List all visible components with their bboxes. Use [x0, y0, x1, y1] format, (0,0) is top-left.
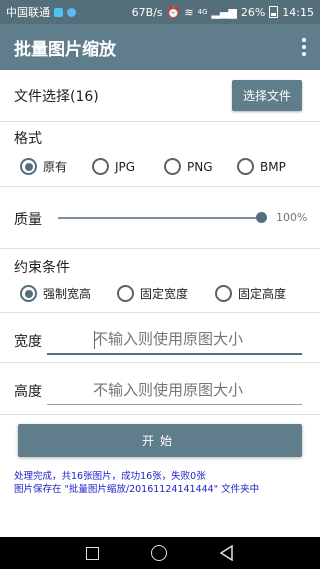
constraint-option-fixed-width[interactable]: 固定宽度	[117, 285, 215, 302]
back-icon[interactable]	[219, 545, 234, 561]
radio-checked-icon	[20, 285, 37, 302]
constraint-option-label: 强制宽高	[43, 287, 92, 301]
constraint-radio-group: 强制宽高 固定宽度 固定高度	[20, 285, 286, 302]
network-speed-text: 67B/s	[131, 5, 163, 19]
wifi-icon: ≋	[184, 5, 194, 19]
format-option-bmp[interactable]: BMP	[237, 158, 286, 175]
format-label: 格式	[14, 131, 42, 147]
radio-unchecked-icon	[215, 285, 232, 302]
chat-notification-icon	[67, 7, 76, 17]
signal-icon: ▂▄▆	[211, 5, 237, 19]
status-bar: 中国联通 67B/s ⏰ ≋ 4G ▂▄▆ 26% 14:15	[0, 0, 320, 24]
app-title: 批量图片缩放	[14, 39, 116, 60]
file-select-row: 文件选择(16) 选择文件	[0, 70, 320, 122]
result-line-summary: 处理完成，共16张图片，成功16张，失败0张	[14, 471, 206, 482]
home-icon[interactable]	[151, 545, 168, 561]
constraint-option-fixed-height[interactable]: 固定高度	[215, 285, 286, 302]
network-type-text: 4G	[197, 8, 208, 16]
radio-unchecked-icon	[92, 158, 109, 175]
text-cursor	[94, 331, 95, 349]
format-option-label: JPG	[115, 159, 136, 174]
width-input[interactable]	[47, 325, 302, 355]
format-option-jpg[interactable]: JPG	[92, 158, 164, 175]
constraint-option-label: 固定宽度	[140, 287, 189, 301]
constraint-label: 约束条件	[14, 260, 70, 276]
start-button[interactable]: 开始	[18, 424, 302, 457]
alarm-icon: ⏰	[166, 5, 181, 19]
file-select-label: 文件选择(16)	[14, 88, 99, 105]
height-label: 高度	[14, 384, 42, 400]
quality-slider-track[interactable]	[58, 217, 261, 219]
constraint-option-label: 固定高度	[238, 287, 287, 301]
choose-file-button[interactable]: 选择文件	[232, 80, 302, 111]
result-message: 处理完成，共16张图片，成功16张，失败0张 图片保存在 "批量图片缩放/201…	[14, 470, 314, 496]
radio-unchecked-icon	[164, 158, 181, 175]
gallery-notification-icon	[54, 7, 63, 17]
quality-label: 质量	[14, 212, 42, 228]
quality-section: 质量 100%	[0, 187, 320, 249]
height-row: 高度	[0, 363, 320, 415]
format-radio-group: 原有 JPG PNG BMP	[20, 158, 286, 175]
overflow-menu-icon[interactable]	[300, 34, 308, 60]
format-option-label: BMP	[260, 159, 286, 174]
recent-apps-icon[interactable]	[86, 546, 100, 560]
width-label: 宽度	[14, 334, 42, 350]
app-bar: 批量图片缩放	[0, 24, 320, 70]
result-line-location: 图片保存在 "批量图片缩放/20161124141444" 文件夹中	[14, 484, 260, 495]
constraint-option-force[interactable]: 强制宽高	[20, 285, 117, 302]
constraint-section: 约束条件 强制宽高 固定宽度 固定高度	[0, 249, 320, 313]
format-section: 格式 原有 JPG PNG BMP	[0, 122, 320, 187]
format-option-original[interactable]: 原有	[20, 158, 92, 175]
format-option-label: 原有	[43, 160, 68, 174]
battery-percent-text: 26%	[240, 5, 266, 19]
format-option-png[interactable]: PNG	[164, 158, 237, 175]
battery-icon	[269, 6, 279, 18]
radio-unchecked-icon	[237, 158, 254, 175]
quality-value: 100%	[276, 211, 308, 224]
quality-slider-thumb[interactable]	[256, 212, 267, 223]
radio-unchecked-icon	[117, 285, 134, 302]
system-nav-bar	[0, 537, 320, 569]
height-input[interactable]	[47, 375, 302, 405]
carrier-text: 中国联通	[6, 6, 50, 19]
width-row: 宽度	[0, 313, 320, 363]
clock-text: 14:15	[282, 5, 314, 19]
radio-checked-icon	[20, 158, 37, 175]
format-option-label: PNG	[187, 159, 213, 174]
